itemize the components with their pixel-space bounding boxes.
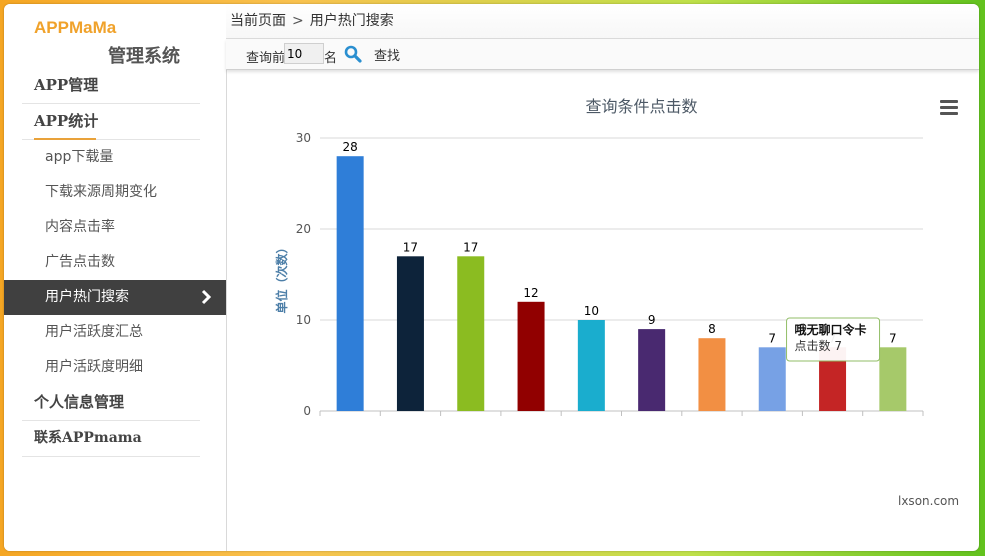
query-prefix-label: 查询前 bbox=[246, 51, 286, 66]
sidebar-item-download-source-cycle[interactable]: 下载来源周期变化 bbox=[4, 175, 226, 210]
bar[interactable] bbox=[758, 347, 786, 411]
sidebar-group-app-statistics[interactable]: APP统计 bbox=[22, 104, 200, 140]
chart-container: 查询条件点击数0102030单位（次数）281717121098777哦无聊口令… bbox=[226, 74, 979, 551]
chart-title: 查询条件点击数 bbox=[585, 97, 697, 116]
tooltip-title: 哦无聊口令卡 bbox=[795, 322, 867, 337]
data-label: 28 bbox=[343, 140, 358, 154]
data-label: 8 bbox=[708, 322, 716, 336]
sidebar-item-ad-clicks[interactable]: 广告点击数 bbox=[4, 245, 226, 280]
sidebar-group-personal-info[interactable]: 个人信息管理 bbox=[22, 385, 200, 421]
data-label: 17 bbox=[403, 240, 418, 254]
data-label: 12 bbox=[523, 286, 538, 300]
watermark: lxson.com bbox=[898, 494, 960, 508]
bar[interactable] bbox=[457, 256, 485, 411]
sidebar-item-activity-detail[interactable]: 用户活跃度明细 bbox=[4, 350, 226, 385]
chart-menu-icon[interactable] bbox=[940, 100, 958, 116]
brand-subtitle: 管理系统 bbox=[108, 46, 180, 67]
sidebar-item-activity-summary[interactable]: 用户活跃度汇总 bbox=[4, 315, 226, 350]
y-tick-label: 0 bbox=[303, 404, 311, 418]
tooltip-value: 点击数 7 bbox=[795, 338, 842, 353]
sidebar: APPMaMa 管理系统 APP管理 APP统计 app下载量 下载来源周期变化… bbox=[4, 4, 227, 551]
sidebar-item-label: 用户热门搜索 bbox=[45, 289, 129, 305]
data-label: 9 bbox=[648, 313, 656, 327]
query-suffix-label: 名 bbox=[324, 51, 338, 66]
bar[interactable] bbox=[517, 301, 545, 411]
bar[interactable] bbox=[638, 329, 666, 411]
bar[interactable] bbox=[336, 156, 364, 411]
y-tick-label: 20 bbox=[296, 222, 311, 236]
brand-logo-text: APPMaMa bbox=[34, 18, 117, 37]
bar[interactable] bbox=[698, 338, 726, 411]
breadcrumb: 当前页面 > 用户热门搜索 bbox=[226, 4, 979, 39]
chevron-right-icon bbox=[201, 289, 212, 305]
sidebar-item-hot-searches[interactable]: 用户热门搜索 bbox=[4, 280, 226, 315]
y-tick-label: 10 bbox=[296, 313, 311, 327]
bar[interactable] bbox=[577, 320, 605, 411]
y-axis-label: 单位（次数） bbox=[274, 241, 289, 313]
search-icon[interactable] bbox=[344, 45, 362, 63]
breadcrumb-root[interactable]: 当前页面 bbox=[230, 13, 286, 29]
breadcrumb-separator: > bbox=[292, 13, 304, 29]
sidebar-group-contact[interactable]: 联系APPmama bbox=[22, 421, 200, 457]
data-label: 7 bbox=[768, 331, 776, 345]
data-label: 10 bbox=[584, 304, 599, 318]
data-label: 17 bbox=[463, 240, 478, 254]
top-n-input[interactable] bbox=[284, 43, 324, 64]
bar[interactable] bbox=[396, 256, 424, 411]
data-label: 7 bbox=[889, 331, 897, 345]
sidebar-item-content-ctr[interactable]: 内容点击率 bbox=[4, 210, 226, 245]
sidebar-menu: APP管理 APP统计 app下载量 下载来源周期变化 内容点击率 广告点击数 … bbox=[4, 68, 226, 457]
breadcrumb-current: 用户热门搜索 bbox=[309, 13, 394, 29]
find-button[interactable]: 查找 bbox=[374, 45, 400, 64]
query-toolbar: 查询前 名 查找 bbox=[226, 39, 979, 70]
bar-chart: 查询条件点击数0102030单位（次数）281717121098777哦无聊口令… bbox=[274, 97, 924, 418]
sidebar-item-app-downloads[interactable]: app下载量 bbox=[4, 140, 226, 175]
app-window: APPMaMa 管理系统 APP管理 APP统计 app下载量 下载来源周期变化… bbox=[4, 4, 979, 551]
bar[interactable] bbox=[879, 347, 907, 411]
y-tick-label: 30 bbox=[296, 131, 311, 145]
sidebar-group-app-management[interactable]: APP管理 bbox=[22, 68, 200, 104]
